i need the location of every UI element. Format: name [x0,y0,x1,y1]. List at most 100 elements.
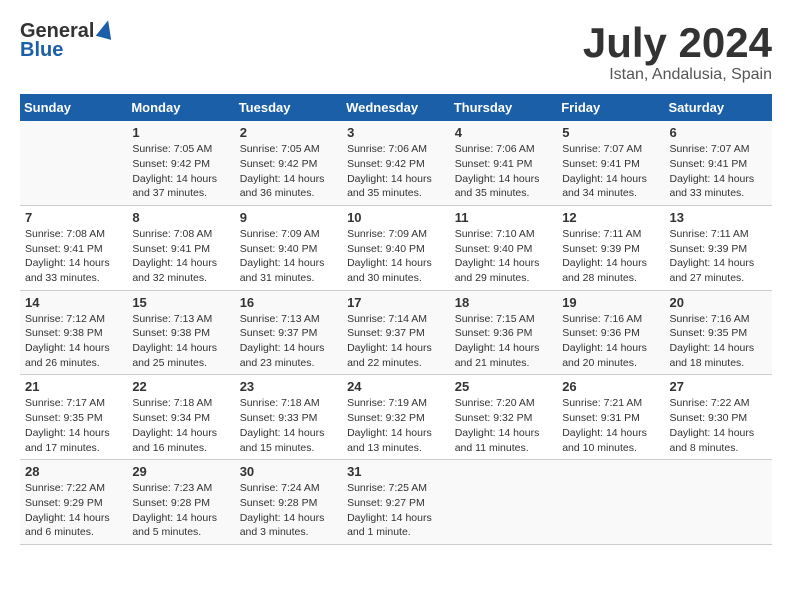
day-number: 12 [562,210,659,225]
calendar-cell: 9 Sunrise: 7:09 AM Sunset: 9:40 PM Daylig… [235,205,342,290]
day-number: 8 [132,210,229,225]
day-number: 27 [669,379,767,394]
day-info: Sunrise: 7:16 AM Sunset: 9:36 PM Dayligh… [562,312,659,371]
day-info: Sunrise: 7:11 AM Sunset: 9:39 PM Dayligh… [562,227,659,286]
weekday-header-wednesday: Wednesday [342,94,450,121]
day-info: Sunrise: 7:12 AM Sunset: 9:38 PM Dayligh… [25,312,122,371]
day-number: 21 [25,379,122,394]
page-header: General Blue July 2024 Istan, Andalusia,… [20,20,772,84]
day-number: 22 [132,379,229,394]
weekday-header-friday: Friday [557,94,664,121]
day-number: 16 [240,295,337,310]
calendar-cell: 19 Sunrise: 7:16 AM Sunset: 9:36 PM Dayli… [557,290,664,375]
calendar-cell: 6 Sunrise: 7:07 AM Sunset: 9:41 PM Daylig… [664,121,772,205]
calendar-cell: 31 Sunrise: 7:25 AM Sunset: 9:27 PM Dayli… [342,460,450,545]
weekday-header-row: SundayMondayTuesdayWednesdayThursdayFrid… [20,94,772,121]
logo-icon [96,18,116,40]
calendar-cell: 11 Sunrise: 7:10 AM Sunset: 9:40 PM Dayli… [450,205,557,290]
day-number: 11 [455,210,552,225]
calendar-cell: 23 Sunrise: 7:18 AM Sunset: 9:33 PM Dayli… [235,375,342,460]
day-info: Sunrise: 7:09 AM Sunset: 9:40 PM Dayligh… [240,227,337,286]
day-info: Sunrise: 7:10 AM Sunset: 9:40 PM Dayligh… [455,227,552,286]
calendar-cell: 28 Sunrise: 7:22 AM Sunset: 9:29 PM Dayli… [20,460,127,545]
day-number: 26 [562,379,659,394]
day-number: 30 [240,464,337,479]
day-info: Sunrise: 7:18 AM Sunset: 9:34 PM Dayligh… [132,396,229,455]
calendar-cell: 20Sunrise: 7:16 AM Sunset: 9:35 PM Dayli… [664,290,772,375]
day-number: 6 [669,125,767,140]
day-number: 29 [132,464,229,479]
location-title: Istan, Andalusia, Spain [583,66,772,84]
calendar-cell: 10 Sunrise: 7:09 AM Sunset: 9:40 PM Dayli… [342,205,450,290]
day-number: 23 [240,379,337,394]
day-number: 1 [132,125,229,140]
day-info: Sunrise: 7:24 AM Sunset: 9:28 PM Dayligh… [240,481,337,540]
calendar-cell: 29 Sunrise: 7:23 AM Sunset: 9:28 PM Dayli… [127,460,234,545]
day-info: Sunrise: 7:20 AM Sunset: 9:32 PM Dayligh… [455,396,552,455]
day-info: Sunrise: 7:18 AM Sunset: 9:33 PM Dayligh… [240,396,337,455]
month-title: July 2024 [583,20,772,66]
day-info: Sunrise: 7:23 AM Sunset: 9:28 PM Dayligh… [132,481,229,540]
day-number: 5 [562,125,659,140]
day-info: Sunrise: 7:21 AM Sunset: 9:31 PM Dayligh… [562,396,659,455]
day-info: Sunrise: 7:14 AM Sunset: 9:37 PM Dayligh… [347,312,445,371]
day-info: Sunrise: 7:17 AM Sunset: 9:35 PM Dayligh… [25,396,122,455]
calendar-cell: 7Sunrise: 7:08 AM Sunset: 9:41 PM Daylig… [20,205,127,290]
calendar-cell: 30 Sunrise: 7:24 AM Sunset: 9:28 PM Dayli… [235,460,342,545]
weekday-header-saturday: Saturday [664,94,772,121]
day-info: Sunrise: 7:09 AM Sunset: 9:40 PM Dayligh… [347,227,445,286]
day-info: Sunrise: 7:22 AM Sunset: 9:30 PM Dayligh… [669,396,767,455]
calendar-cell: 1 Sunrise: 7:05 AM Sunset: 9:42 PM Daylig… [127,121,234,205]
day-number: 28 [25,464,122,479]
day-info: Sunrise: 7:13 AM Sunset: 9:38 PM Dayligh… [132,312,229,371]
calendar-cell: 26 Sunrise: 7:21 AM Sunset: 9:31 PM Dayli… [557,375,664,460]
calendar-cell: 17 Sunrise: 7:14 AM Sunset: 9:37 PM Dayli… [342,290,450,375]
calendar-cell [557,460,664,545]
weekday-header-monday: Monday [127,94,234,121]
calendar-cell: 2Sunrise: 7:05 AM Sunset: 9:42 PM Daylig… [235,121,342,205]
calendar-week-row: 14 Sunrise: 7:12 AM Sunset: 9:38 PM Dayli… [20,290,772,375]
calendar-cell: 3 Sunrise: 7:06 AM Sunset: 9:42 PM Daylig… [342,121,450,205]
day-number: 14 [25,295,122,310]
day-info: Sunrise: 7:22 AM Sunset: 9:29 PM Dayligh… [25,481,122,540]
calendar-cell: 22 Sunrise: 7:18 AM Sunset: 9:34 PM Dayli… [127,375,234,460]
calendar-cell: 15 Sunrise: 7:13 AM Sunset: 9:38 PM Dayli… [127,290,234,375]
day-info: Sunrise: 7:05 AM Sunset: 9:42 PM Dayligh… [132,142,229,201]
day-info: Sunrise: 7:07 AM Sunset: 9:41 PM Dayligh… [562,142,659,201]
calendar-week-row: 28 Sunrise: 7:22 AM Sunset: 9:29 PM Dayli… [20,460,772,545]
day-number: 7 [25,210,122,225]
calendar-cell: 21 Sunrise: 7:17 AM Sunset: 9:35 PM Dayli… [20,375,127,460]
day-number: 31 [347,464,445,479]
day-number: 19 [562,295,659,310]
day-number: 3 [347,125,445,140]
day-number: 18 [455,295,552,310]
calendar-cell [20,121,127,205]
day-info: Sunrise: 7:13 AM Sunset: 9:37 PM Dayligh… [240,312,337,371]
day-number: 13 [669,210,767,225]
day-info: Sunrise: 7:25 AM Sunset: 9:27 PM Dayligh… [347,481,445,540]
calendar-cell: 16 Sunrise: 7:13 AM Sunset: 9:37 PM Dayli… [235,290,342,375]
calendar-cell [664,460,772,545]
day-info: Sunrise: 7:11 AM Sunset: 9:39 PM Dayligh… [669,227,767,286]
calendar-table: SundayMondayTuesdayWednesdayThursdayFrid… [20,94,772,545]
day-info: Sunrise: 7:06 AM Sunset: 9:42 PM Dayligh… [347,142,445,201]
day-number: 24 [347,379,445,394]
calendar-cell: 27 Sunrise: 7:22 AM Sunset: 9:30 PM Dayli… [664,375,772,460]
day-number: 15 [132,295,229,310]
logo-blue-text: Blue [20,39,63,62]
calendar-cell: 25 Sunrise: 7:20 AM Sunset: 9:32 PM Dayli… [450,375,557,460]
day-number: 4 [455,125,552,140]
calendar-cell [450,460,557,545]
day-number: 17 [347,295,445,310]
day-number: 20 [669,295,767,310]
weekday-header-sunday: Sunday [20,94,127,121]
day-number: 10 [347,210,445,225]
day-number: 25 [455,379,552,394]
day-info: Sunrise: 7:07 AM Sunset: 9:41 PM Dayligh… [669,142,767,201]
calendar-cell: 8 Sunrise: 7:08 AM Sunset: 9:41 PM Daylig… [127,205,234,290]
calendar-cell: 14 Sunrise: 7:12 AM Sunset: 9:38 PM Dayli… [20,290,127,375]
day-number: 9 [240,210,337,225]
calendar-cell: 18Sunrise: 7:15 AM Sunset: 9:36 PM Dayli… [450,290,557,375]
day-info: Sunrise: 7:08 AM Sunset: 9:41 PM Dayligh… [132,227,229,286]
calendar-cell: 24Sunrise: 7:19 AM Sunset: 9:32 PM Dayli… [342,375,450,460]
